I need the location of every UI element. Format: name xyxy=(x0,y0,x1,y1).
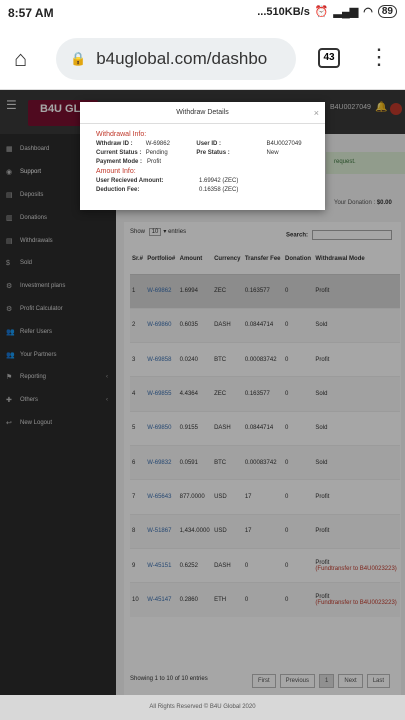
withdraw-details-modal: Withdraw Details × Withdrawal Info: Wthd… xyxy=(80,102,325,210)
withdraw-id-value: W-69862 xyxy=(145,140,170,147)
pre-status-label: Pre Status : xyxy=(196,149,230,156)
withdrawal-info-heading: Withdrawal Info: xyxy=(96,131,147,138)
info-row: Deduction Fee: 0.16358 (ZEC) xyxy=(96,185,325,194)
menu-icon[interactable]: ⋮ xyxy=(368,44,390,70)
payment-mode-value: Profit xyxy=(147,158,162,165)
alarm-icon: ⏰ xyxy=(314,6,329,18)
deduction-fee-label: Deduction Fee: xyxy=(96,186,140,193)
address-bar[interactable]: 🔒 b4uglobal.com/dashbo xyxy=(56,38,296,80)
info-row: User Recieved Amount: 1.69942 (ZEC) xyxy=(96,176,325,185)
status-bar: 8:57 AM ...510KB/s ⏰ ▂▄▆ ◠ 89 xyxy=(0,0,405,28)
close-icon[interactable]: × xyxy=(314,102,319,124)
user-id-label: User ID : xyxy=(196,140,222,147)
network-speed: ...510KB/s xyxy=(257,5,310,18)
withdraw-id-label: Wthdraw ID : xyxy=(96,140,133,147)
page-footer: All Rights Reserved © B4U Global 2020 xyxy=(0,695,405,720)
received-amount-label: User Recieved Amount: xyxy=(96,177,164,184)
modal-body: Withdrawal Info: Wthdraw ID : W-69862 User… xyxy=(80,124,325,194)
url-text: b4uglobal.com/dashbo xyxy=(96,49,268,68)
received-amount-value: 1.69942 (ZEC) xyxy=(199,177,239,184)
info-row: Current Status : Pending Pre Status : New xyxy=(96,148,325,157)
payment-mode-label: Payment Mode : xyxy=(96,158,143,165)
tab-count-button[interactable]: 43 xyxy=(318,48,340,68)
wifi-icon: ◠ xyxy=(363,6,373,18)
clock: 8:57 AM xyxy=(8,6,54,20)
deduction-fee-value: 0.16358 (ZEC) xyxy=(199,186,239,193)
modal-header: Withdraw Details × xyxy=(80,102,325,124)
app: ▦ Dashboard ◉ Support ▤ Deposits ▥ Donations ▤ Wi… xyxy=(0,90,405,720)
signal-icon: ▂▄▆ xyxy=(333,6,359,18)
current-status-label: Current Status : xyxy=(96,149,142,156)
user-id-value: B4U0027049 xyxy=(266,140,302,147)
info-row: Wthdraw ID : W-69862 User ID : B4U0027049 xyxy=(96,139,325,148)
modal-title: Withdraw Details xyxy=(176,109,229,116)
pre-status-value: New xyxy=(266,149,279,156)
info-row: Payment Mode : Profit xyxy=(96,157,325,166)
home-icon[interactable]: ⌂ xyxy=(14,46,27,72)
current-status-value: Pending xyxy=(145,149,168,156)
browser-toolbar: ⌂ 🔒 b4uglobal.com/dashbo 43 ⋮ xyxy=(0,28,405,90)
lock-icon: 🔒 xyxy=(70,51,87,66)
status-icons: ...510KB/s ⏰ ▂▄▆ ◠ 89 xyxy=(257,5,397,18)
battery-icon: 89 xyxy=(377,5,397,18)
amount-info-heading: Amount Info: xyxy=(96,168,136,175)
